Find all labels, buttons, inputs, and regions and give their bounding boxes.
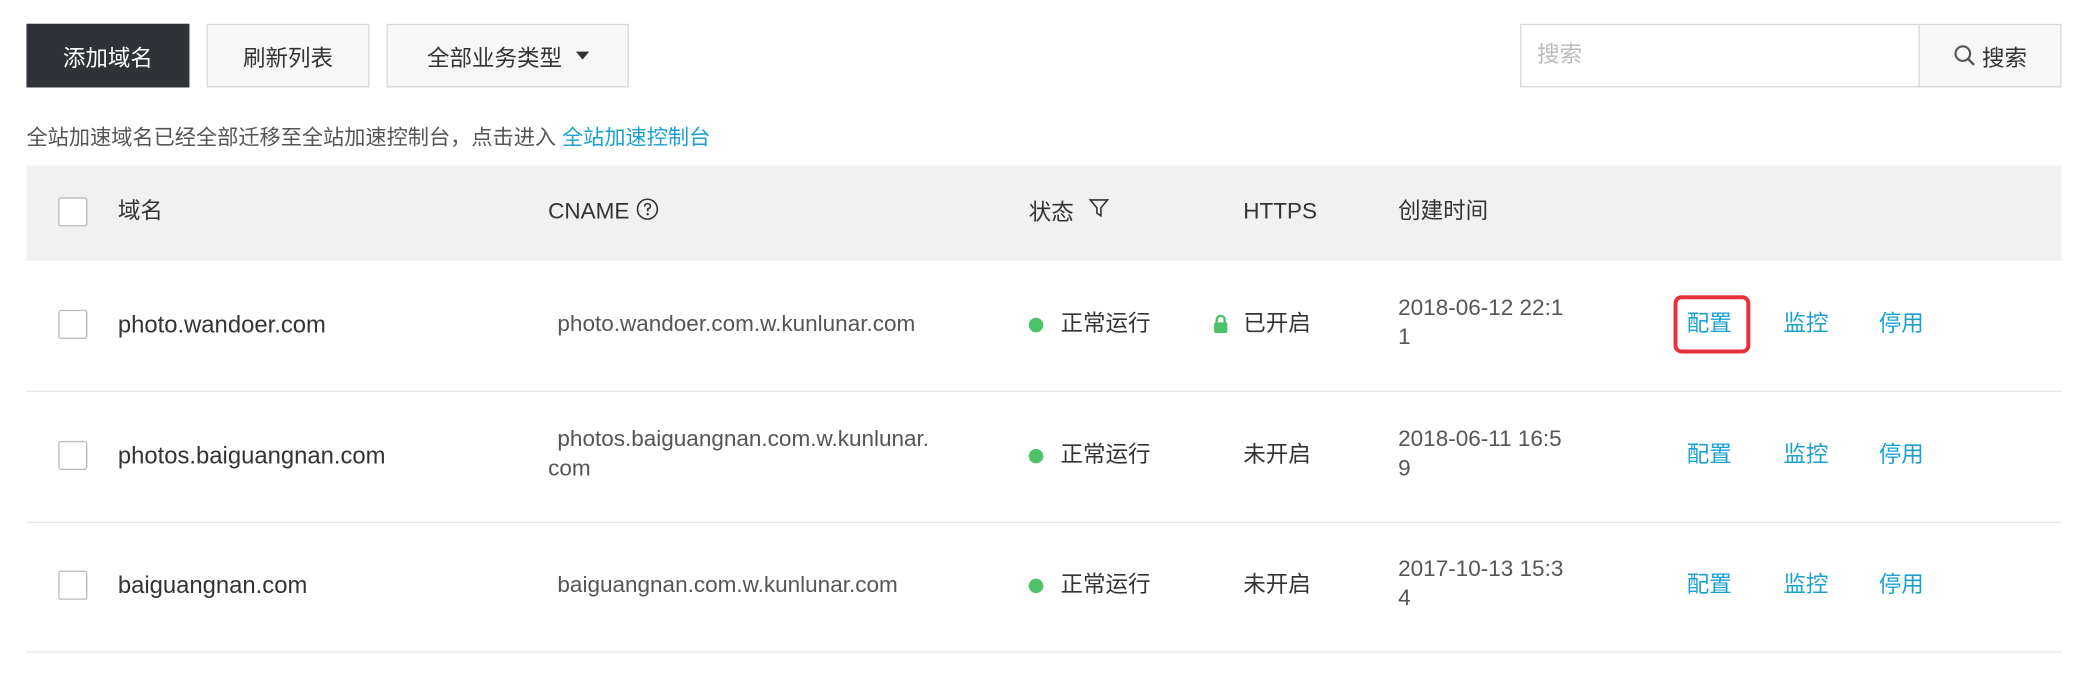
header-status-label: 状态 bbox=[1028, 199, 1074, 226]
created-time: 2017-10-13 15:3 4 bbox=[1398, 555, 1563, 613]
config-link[interactable]: 配置 bbox=[1687, 310, 1732, 339]
search-button[interactable]: 搜索 bbox=[1918, 23, 2062, 88]
table-row: baiguangnan.com baiguangnan.com.w.kunlun… bbox=[26, 522, 2062, 653]
all-site-console-link[interactable]: 全站加速控制台 bbox=[562, 127, 710, 150]
cname-value: baiguangnan.com.w.kunlunar.com bbox=[548, 571, 898, 600]
table-row: photo.wandoer.com photo.wandoer.com.w.ku… bbox=[26, 261, 2062, 392]
caret-down-icon bbox=[575, 51, 589, 60]
monitor-link[interactable]: 监控 bbox=[1783, 310, 1828, 339]
header-status: 状态 bbox=[1029, 197, 1109, 227]
search-button-label: 搜索 bbox=[1982, 45, 2028, 71]
https-status: 已开启 bbox=[1243, 311, 1311, 337]
notice-text: 全站加速域名已经全部迁移至全站加速控制台，点击进入 bbox=[26, 127, 557, 150]
row-checkbox[interactable] bbox=[58, 570, 88, 600]
cname-line: photo.wandoer.com.w.kunlunar.com bbox=[557, 311, 916, 337]
select-all-checkbox[interactable] bbox=[58, 197, 88, 227]
migration-notice: 全站加速域名已经全部迁移至全站加速控制台，点击进入 全站加速控制台 bbox=[26, 119, 710, 151]
config-link[interactable]: 配置 bbox=[1687, 571, 1732, 600]
created-time-line: 2018-06-11 16:5 bbox=[1398, 426, 1562, 452]
status-text: 正常运行 bbox=[1060, 442, 1151, 468]
header-created: 创建时间 bbox=[1398, 198, 1489, 224]
created-time-line: 9 bbox=[1398, 455, 1411, 481]
created-time-line: 2017-10-13 15:3 bbox=[1398, 556, 1564, 582]
cname-line: photos.baiguangnan.com.w.kunlunar. bbox=[557, 426, 930, 452]
add-domain-label: 添加域名 bbox=[62, 45, 153, 71]
add-domain-button[interactable]: 添加域名 bbox=[26, 23, 190, 88]
header-cname: CNAME bbox=[548, 197, 659, 226]
cdn-domain-management: 添加域名 刷新列表 全部业务类型 搜索 全站加速域名已经全部迁移至全站加速控制台… bbox=[0, 0, 2076, 675]
header-domain: 域名 bbox=[117, 198, 163, 224]
config-link[interactable]: 配置 bbox=[1687, 441, 1732, 470]
header-https: HTTPS bbox=[1243, 198, 1318, 224]
disable-link[interactable]: 停用 bbox=[1879, 571, 1924, 600]
cname-line: baiguangnan.com.w.kunlunar.com bbox=[557, 571, 898, 598]
disable-link[interactable]: 停用 bbox=[1879, 441, 1924, 470]
created-time-line: 1 bbox=[1398, 324, 1411, 350]
business-type-dropdown[interactable]: 全部业务类型 bbox=[386, 23, 629, 88]
cname-value: photo.wandoer.com.w.kunlunar.com bbox=[548, 310, 915, 339]
cname-value: photos.baiguangnan.com.w.kunlunar. com bbox=[548, 425, 929, 483]
search-input[interactable] bbox=[1519, 23, 1920, 88]
cname-line: com bbox=[548, 455, 591, 481]
domain-name: baiguangnan.com bbox=[117, 571, 308, 599]
help-icon[interactable] bbox=[636, 197, 660, 221]
table-row: photos.baiguangnan.com photos.baiguangna… bbox=[26, 392, 2062, 523]
filter-icon[interactable] bbox=[1088, 197, 1109, 218]
created-time: 2018-06-11 16:5 9 bbox=[1398, 425, 1562, 483]
status-dot bbox=[1028, 448, 1044, 464]
created-time: 2018-06-12 22:1 1 bbox=[1398, 294, 1563, 352]
domain-name: photos.baiguangnan.com bbox=[117, 442, 386, 469]
status-dot bbox=[1028, 317, 1044, 333]
table-header: 域名 CNAME 状态 HTTPS 创建时间 bbox=[26, 165, 2062, 261]
disable-link[interactable]: 停用 bbox=[1879, 310, 1924, 339]
refresh-list-button[interactable]: 刷新列表 bbox=[206, 23, 370, 88]
row-checkbox[interactable] bbox=[58, 440, 88, 471]
created-time-line: 4 bbox=[1398, 585, 1411, 611]
status-text: 正常运行 bbox=[1060, 311, 1151, 337]
created-time-line: 2018-06-12 22:1 bbox=[1398, 295, 1564, 321]
refresh-list-label: 刷新列表 bbox=[242, 45, 333, 71]
https-status: 未开启 bbox=[1243, 571, 1311, 598]
https-status: 未开启 bbox=[1243, 442, 1311, 468]
status-text: 正常运行 bbox=[1060, 571, 1151, 598]
lock-icon bbox=[1214, 314, 1228, 333]
monitor-link[interactable]: 监控 bbox=[1783, 571, 1828, 600]
search-icon bbox=[1954, 45, 1975, 66]
business-type-label: 全部业务类型 bbox=[426, 45, 563, 71]
row-checkbox[interactable] bbox=[58, 309, 88, 339]
monitor-link[interactable]: 监控 bbox=[1783, 441, 1828, 470]
status-dot bbox=[1028, 578, 1044, 594]
domain-name: photo.wandoer.com bbox=[117, 311, 326, 338]
header-cname-label: CNAME bbox=[548, 198, 630, 224]
